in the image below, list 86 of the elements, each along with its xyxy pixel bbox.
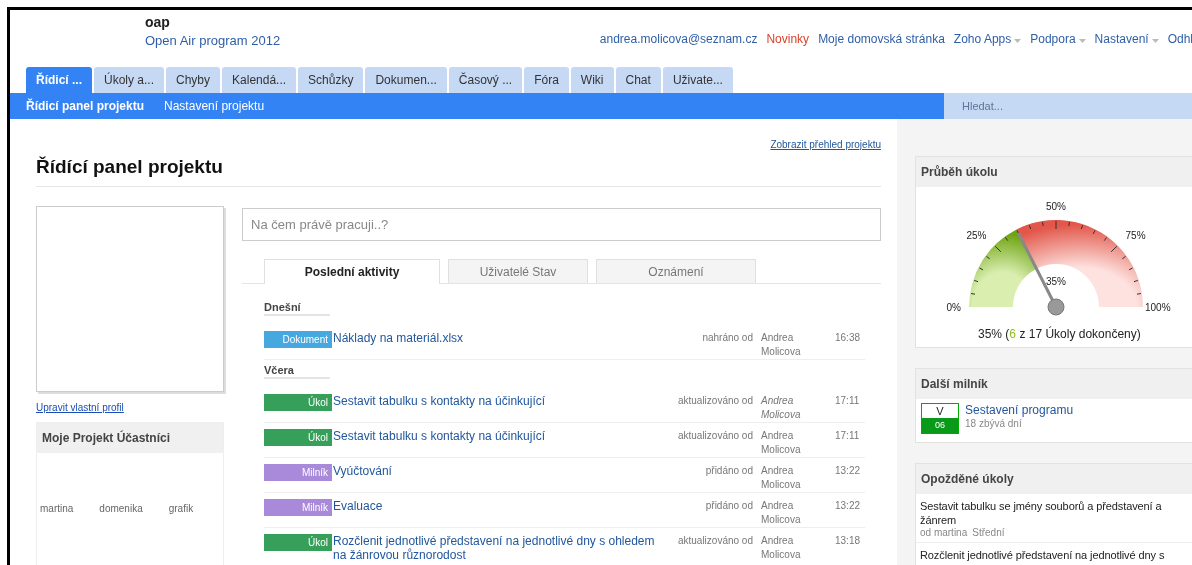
search-field[interactable]: Hledat... [944, 93, 1192, 119]
participant-name[interactable]: domenika [99, 503, 143, 514]
activity-tab[interactable]: Uživatelé Stav [448, 259, 588, 283]
time-text: 16:38 [835, 331, 862, 345]
module-tab[interactable]: Dokumen... [365, 67, 447, 93]
module-tab[interactable]: Úkoly a... [94, 67, 165, 93]
author-name: Andrea Molicova [761, 331, 802, 359]
task-owner: od martina [920, 527, 968, 538]
author-name: Andrea Molicova [761, 534, 802, 562]
header-link[interactable]: Novinky [766, 11, 810, 67]
header-link[interactable]: Odhl [1167, 11, 1192, 67]
group-heading: Dnešní [264, 301, 330, 316]
time-text: 17:11 [835, 429, 861, 443]
action-text: aktualizováno od [677, 534, 753, 548]
milestone-link[interactable]: Sestavení programu [965, 403, 1074, 418]
type-tag: Úkol [264, 394, 332, 411]
action-text: přidáno od [705, 499, 753, 513]
module-tab[interactable]: Schůzky [298, 67, 364, 93]
project-code: oap [145, 13, 171, 31]
caret-icon [1078, 38, 1086, 43]
panel-title: Průběh úkolu [916, 157, 1192, 187]
panel-title: Další milník [916, 369, 1192, 399]
participant-name[interactable]: martina [40, 503, 74, 514]
activity-link[interactable]: Sestavit tabulku s kontakty na účinkující [333, 429, 670, 443]
subnav-link[interactable]: Nastavení projektu [164, 99, 265, 113]
header-link[interactable]: Nastavení [1094, 11, 1159, 67]
status-field[interactable]: Na čem právě pracuji..? [242, 208, 881, 241]
author-name: Andrea Molicova [761, 394, 802, 422]
gauge-tick-label: 100% [1145, 302, 1171, 313]
module-tab[interactable]: Chyby [166, 67, 221, 93]
module-tab[interactable]: Wiki [570, 67, 614, 93]
module-tab[interactable]: Řídicí ... [26, 67, 92, 93]
subnav-link[interactable]: Řídicí panel projektu [26, 99, 145, 113]
module-tab[interactable]: Kalendá... [222, 67, 297, 93]
panel-title: Opožděné úkoly [916, 464, 1192, 494]
module-tab[interactable]: Uživate... [662, 67, 733, 93]
author-name: Andrea Molicova [761, 499, 802, 527]
header-link[interactable]: andrea.molicova@seznam.cz [599, 11, 758, 67]
time-text: 13:22 [835, 499, 862, 513]
time-text: 17:11 [835, 394, 861, 408]
caret-icon [1151, 38, 1159, 43]
module-tab[interactable]: Časový ... [448, 67, 523, 93]
overdue-task-link[interactable]: Sestavit tabulku se jmény souborů a představení a žánrem [920, 499, 1191, 527]
remaining-days: 18 zbývá dní [965, 418, 1074, 429]
overview-link[interactable]: Zobrazit přehled projektu [770, 139, 881, 150]
type-tag: Úkol [264, 429, 332, 446]
module-tab[interactable]: Chat [615, 67, 661, 93]
header-link[interactable]: Zoho Apps [953, 11, 1022, 67]
author-name: Andrea Molicova [761, 429, 802, 457]
group-heading: Včera [264, 364, 330, 379]
time-text: 13:18 [835, 534, 862, 548]
type-tag: Dokument [264, 331, 332, 348]
type-tag: Úkol [264, 534, 332, 551]
author-name: Andrea Molicova [761, 464, 802, 492]
time-text: 13:22 [835, 464, 862, 478]
activity-link[interactable]: Evaluace [333, 499, 698, 513]
overdue-task-link[interactable]: Rozčlenit jednotlivé představení na jednotlivé dny s [920, 548, 1191, 562]
edit-profile-link[interactable]: Upravit vlastní profil [36, 402, 124, 413]
action-text: aktualizováno od [677, 394, 753, 408]
gauge-tick-label: 0% [946, 302, 961, 313]
panel-title: Moje Projekt Účastníci [37, 423, 223, 453]
task-priority: Střední [972, 527, 1005, 538]
progress-summary: 35% (6 z 17 Úkoly dokončeny) [977, 327, 1142, 341]
type-tag: Milník [264, 464, 332, 481]
gauge-tick-label: 75% [1125, 230, 1146, 242]
page-title: Řídící panel projektu [36, 156, 881, 187]
action-text: nahráno od [702, 331, 753, 345]
needle-value-label: 35% [1046, 276, 1066, 287]
activity-link[interactable]: Vyúčtování [333, 464, 698, 478]
activity-link[interactable]: Rozčlenit jednotlivé představení na jednotlivé dny s ohledem na žánrovou různorodost [333, 534, 670, 562]
participant-name[interactable]: grafik [168, 503, 194, 514]
type-tag: Milník [264, 499, 332, 516]
gauge-tick-label: 50% [1046, 201, 1066, 212]
gauge-tick-label: 25% [966, 230, 987, 242]
caret-icon [1014, 38, 1022, 43]
header-link[interactable]: Podpora [1030, 11, 1086, 67]
activity-tab[interactable]: Oznámení [596, 259, 756, 283]
action-text: přidáno od [705, 464, 753, 478]
calendar-date-icon: V 06 [921, 403, 959, 434]
project-name-link[interactable]: Open Air program 2012 [145, 31, 281, 50]
activity-tab[interactable]: Poslední aktivity [264, 259, 440, 284]
module-tab[interactable]: Fóra [524, 67, 569, 93]
header-link[interactable]: Moje domovská stránka [818, 11, 945, 67]
activity-link[interactable]: Náklady na materiál.xlsx [333, 331, 695, 345]
action-text: aktualizováno od [677, 429, 753, 443]
activity-link[interactable]: Sestavit tabulku s kontakty na účinkující [333, 394, 670, 408]
